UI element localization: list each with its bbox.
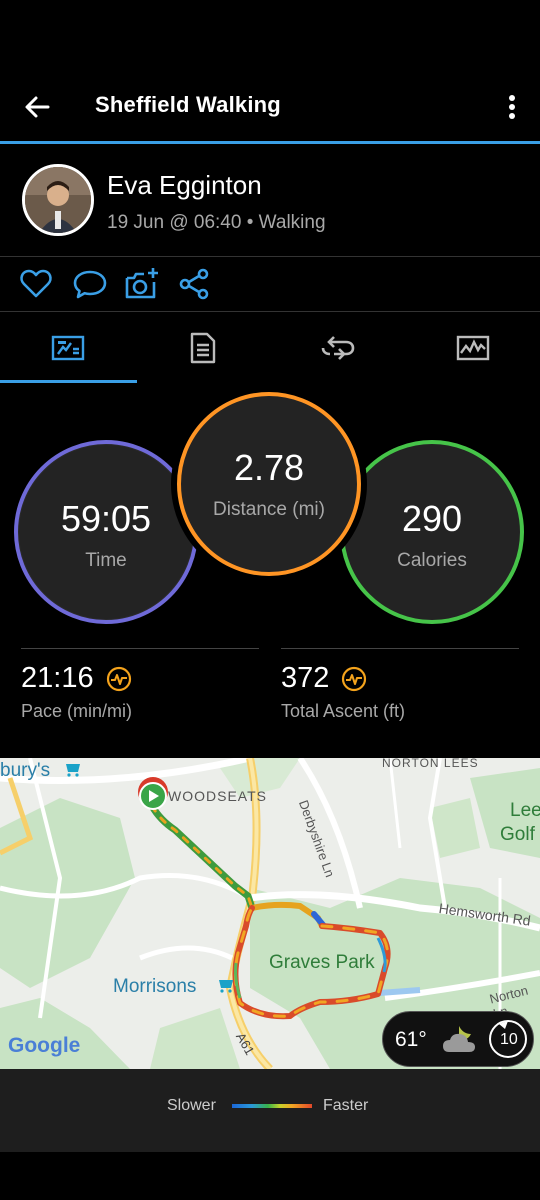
laps-icon: [321, 336, 354, 360]
activity-meta: 19 Jun @ 06:40 • Walking: [107, 212, 326, 233]
tab-charts[interactable]: [405, 312, 540, 384]
calories-label: Calories: [397, 550, 467, 571]
tab-laps[interactable]: [270, 312, 405, 384]
distance-value: 2.78: [233, 447, 305, 488]
cloudy-night-icon: [443, 1026, 475, 1052]
map-label-woodseats: WOODSEATS: [168, 788, 267, 804]
calories-stat[interactable]: 290 Calories: [340, 440, 524, 624]
app-header: Sheffield Walking: [0, 70, 540, 142]
activity-profile: Eva Egginton 19 Jun @ 06:40 • Walking: [0, 150, 540, 256]
chart-icon: [456, 335, 489, 361]
pace-value: 21:16: [21, 662, 94, 694]
wind-speed: 10: [500, 1031, 518, 1048]
speed-legend: Slower Faster: [0, 1069, 540, 1152]
distance-label: Distance (mi): [213, 499, 325, 520]
page-title: Sheffield Walking: [95, 92, 281, 117]
add-photo-icon[interactable]: [124, 266, 160, 302]
legend-faster: Faster: [323, 1097, 369, 1114]
time-value: 59:05: [60, 498, 152, 539]
avatar[interactable]: [22, 164, 94, 236]
map-label-burys: bury's: [0, 760, 51, 781]
divider: [0, 256, 540, 257]
distance-stat[interactable]: 2.78 Distance (mi): [177, 392, 361, 576]
pace-label: Pace (min/mi): [21, 701, 133, 721]
weather-temp: 61°: [395, 1028, 427, 1051]
arrow-back-icon[interactable]: [20, 90, 54, 124]
header-divider: [0, 141, 540, 144]
calories-value: 290: [401, 498, 463, 539]
share-icon[interactable]: [177, 266, 213, 302]
divider: [281, 648, 519, 649]
ascent-stat[interactable]: 372 Total Ascent (ft): [281, 662, 405, 722]
map-label-lees: Lees: [510, 800, 540, 821]
time-label: Time: [85, 550, 127, 571]
overview-icon: [51, 335, 84, 361]
more-vert-icon[interactable]: [502, 90, 522, 124]
divider: [21, 648, 259, 649]
action-bar: [0, 262, 540, 310]
map-label-graves-park: Graves Park: [269, 952, 375, 973]
map-label-norton-lees: NORTON LEES: [382, 758, 479, 770]
tab-details[interactable]: [135, 312, 270, 384]
legend-slower: Slower: [167, 1097, 216, 1114]
pulse-icon: [106, 666, 131, 691]
time-stat[interactable]: 59:05 Time: [14, 440, 198, 624]
map-label-morrisons: Morrisons: [113, 976, 197, 997]
document-icon: [190, 332, 215, 364]
google-logo: Google: [8, 1034, 81, 1057]
comment-icon[interactable]: [72, 266, 108, 302]
map-label-golf: Golf: [500, 824, 535, 845]
heart-icon[interactable]: [18, 266, 54, 302]
user-name: Eva Egginton: [107, 170, 262, 200]
pulse-icon: [342, 666, 367, 691]
tab-bar: [0, 312, 540, 384]
active-tab-indicator: [0, 380, 137, 383]
tab-overview[interactable]: [0, 312, 135, 384]
weather-widget[interactable]: 61° 10: [382, 1011, 534, 1067]
pace-stat[interactable]: 21:16 Pace (min/mi): [21, 662, 132, 722]
legend-gradient: [232, 1104, 312, 1108]
ascent-value: 372: [281, 662, 330, 694]
ascent-label: Total Ascent (ft): [281, 701, 406, 721]
